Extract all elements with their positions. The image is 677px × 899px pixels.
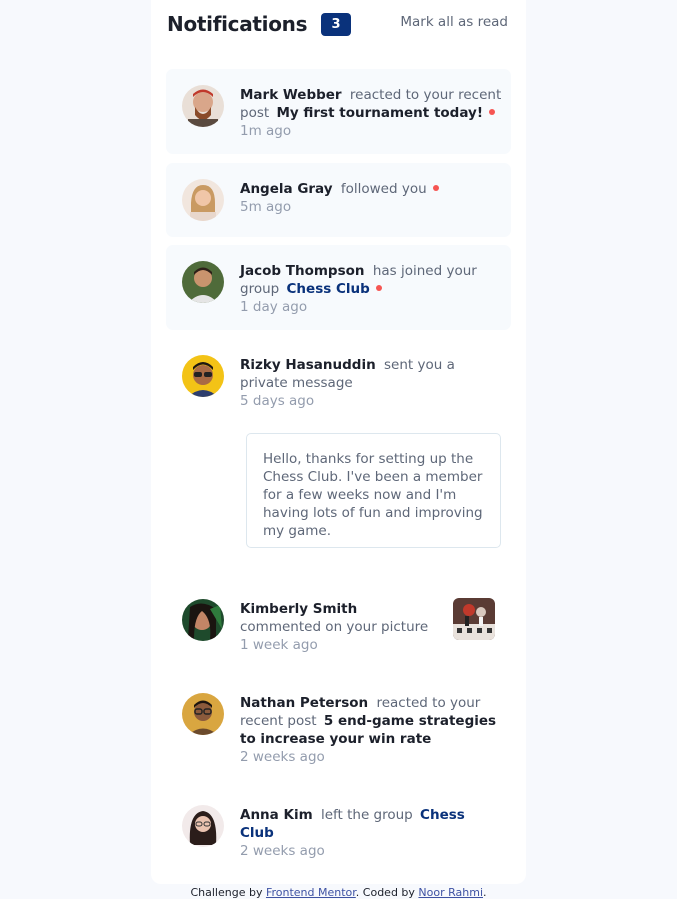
- user-name[interactable]: Nathan Peterson: [240, 695, 368, 711]
- notification-item[interactable]: Anna Kim left the group Chess Club 2 wee…: [166, 789, 511, 863]
- mark-all-read-button[interactable]: Mark all as read: [400, 14, 508, 30]
- timestamp: 2 weeks ago: [240, 843, 325, 859]
- unread-dot: [375, 285, 382, 291]
- notification-text: Mark Webber reacted to your recent post …: [240, 86, 502, 140]
- frontend-mentor-link[interactable]: Frontend Mentor: [266, 886, 356, 899]
- avatar[interactable]: [182, 85, 224, 127]
- unread-count-badge: 3: [321, 13, 351, 36]
- unread-dot: [432, 185, 439, 191]
- header: Notifications 3 Mark all as read: [167, 12, 508, 42]
- timestamp: 5m ago: [240, 199, 292, 215]
- timestamp: 1 day ago: [240, 299, 308, 315]
- notification-item[interactable]: Angela Gray followed you 5m ago: [166, 163, 511, 237]
- user-name[interactable]: Jacob Thompson: [240, 263, 365, 279]
- notifications-card: Notifications 3 Mark all as read Mark We…: [151, 0, 526, 884]
- footer-middle: . Coded by: [355, 886, 415, 899]
- post-link[interactable]: My first tournament today!: [276, 105, 483, 121]
- footer-suffix: .: [483, 886, 487, 899]
- user-name[interactable]: Anna Kim: [240, 807, 313, 823]
- private-message-preview[interactable]: Hello, thanks for setting up the Chess C…: [246, 433, 501, 548]
- avatar[interactable]: [182, 805, 224, 847]
- user-name[interactable]: Kimberly Smith: [240, 601, 357, 617]
- notification-text: Rizky Hasanuddin sent you a private mess…: [240, 356, 502, 410]
- timestamp: 1 week ago: [240, 637, 318, 653]
- author-link[interactable]: Noor Rahmi: [418, 886, 483, 899]
- notification-item[interactable]: Jacob Thompson has joined your group Che…: [166, 245, 511, 330]
- notification-item[interactable]: Mark Webber reacted to your recent post …: [166, 69, 511, 154]
- notification-item[interactable]: Nathan Peterson reacted to your recent p…: [166, 677, 511, 769]
- avatar[interactable]: [182, 179, 224, 221]
- notification-text: Angela Gray followed you 5m ago: [240, 180, 502, 216]
- avatar[interactable]: [182, 599, 224, 641]
- footer-prefix: Challenge by: [190, 886, 263, 899]
- avatar[interactable]: [182, 355, 224, 397]
- user-name[interactable]: Rizky Hasanuddin: [240, 357, 376, 373]
- unread-dot: [489, 109, 495, 115]
- notification-text: Kimberly Smith commented on your picture…: [240, 600, 440, 654]
- action-text: commented on your picture: [240, 619, 429, 635]
- user-name[interactable]: Angela Gray: [240, 181, 333, 197]
- timestamp: 1m ago: [240, 123, 292, 139]
- notification-text: Nathan Peterson reacted to your recent p…: [240, 694, 502, 766]
- page-title: Notifications: [167, 12, 308, 36]
- commented-picture-thumbnail[interactable]: [453, 598, 495, 640]
- avatar[interactable]: [182, 693, 224, 735]
- user-name[interactable]: Mark Webber: [240, 87, 342, 103]
- action-text: left the group: [320, 807, 413, 823]
- notification-text: Jacob Thompson has joined your group Che…: [240, 262, 502, 316]
- footer-attribution: Challenge by Frontend Mentor. Coded by N…: [0, 886, 677, 899]
- timestamp: 2 weeks ago: [240, 749, 325, 765]
- avatar[interactable]: [182, 261, 224, 303]
- action-text: followed you: [340, 181, 427, 197]
- notification-text: Anna Kim left the group Chess Club 2 wee…: [240, 806, 502, 860]
- group-link[interactable]: Chess Club: [287, 281, 370, 297]
- timestamp: 5 days ago: [240, 393, 315, 409]
